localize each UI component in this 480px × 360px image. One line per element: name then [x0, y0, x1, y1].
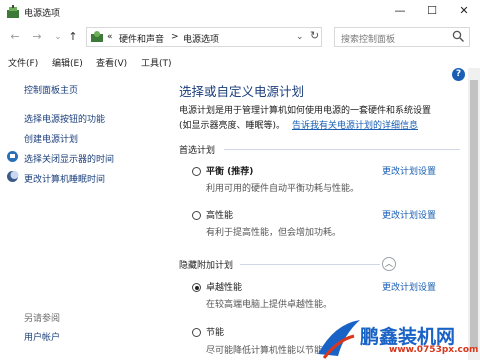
plan-high-performance-change-link[interactable]: 更改计划设置 — [382, 208, 436, 221]
sidebar-link-display-off[interactable]: 选择关闭显示器的时间 — [24, 152, 114, 165]
menu-edit[interactable]: 编辑(E) — [52, 56, 83, 69]
maximize-button[interactable]: ☐ — [416, 0, 448, 24]
menu-tools[interactable]: 工具(T) — [141, 56, 172, 69]
plan-ultimate-name[interactable]: 卓越性能 — [206, 280, 242, 293]
plan-balanced-change-link[interactable]: 更改计划设置 — [382, 164, 436, 177]
address-dropdown[interactable]: ⌄ — [296, 32, 304, 42]
window-title: 电源选项 — [24, 9, 61, 19]
sidebar-link-sleep-time[interactable]: 更改计算机睡眠时间 — [24, 172, 105, 185]
sleep-moon-icon — [7, 171, 19, 182]
search-icon[interactable] — [452, 30, 465, 43]
plan-balanced-name[interactable]: 平衡 (推荐) — [206, 164, 253, 177]
preferred-plans-title: 首选计划 — [179, 146, 216, 156]
breadcrumb-hardware-sound[interactable]: 硬件和声音 — [119, 32, 164, 45]
plan-balanced-radio[interactable] — [192, 167, 201, 176]
display-shield-icon — [7, 151, 18, 162]
collapse-hidden-plans-button[interactable]: ︿ — [382, 257, 396, 271]
plan-ultimate-change-link[interactable]: 更改计划设置 — [382, 280, 436, 293]
sidebar-link-create-plan[interactable]: 创建电源计划 — [24, 132, 78, 145]
section-divider — [224, 149, 460, 150]
menu-file[interactable]: 文件(F) — [8, 56, 38, 69]
recent-locations-dropdown[interactable]: ⌄ — [51, 30, 65, 44]
back-button[interactable]: ← — [8, 30, 22, 44]
minimize-button[interactable]: — — [384, 0, 416, 24]
menu-view[interactable]: 查看(V) — [96, 56, 127, 69]
watermark-logo-icon — [318, 320, 360, 359]
see-also-title: 另请参阅 — [24, 314, 61, 324]
plan-high-performance-name[interactable]: 高性能 — [206, 208, 233, 221]
see-also-user-accounts-link[interactable]: 用户帐户 — [24, 330, 60, 343]
hidden-plans-title: 隐藏附加计划 — [179, 261, 234, 271]
plan-power-saver-name[interactable]: 节能 — [206, 325, 224, 338]
address-chevrons[interactable]: « — [107, 32, 113, 42]
close-button[interactable]: ✕ — [448, 0, 480, 24]
plan-ultimate-desc: 在较高端电脑上提供卓越性能。 — [206, 300, 333, 310]
search-placeholder: 搜索控制面板 — [341, 35, 396, 45]
learn-more-link[interactable]: 告诉我有关电源计划的详细信息 — [292, 118, 418, 131]
control-panel-home-link[interactable]: 控制面板主页 — [24, 83, 78, 96]
forward-button[interactable]: → — [30, 30, 44, 44]
help-icon[interactable]: ? — [452, 68, 465, 81]
breadcrumb-separator: > — [171, 32, 179, 42]
section-divider — [240, 264, 380, 265]
page-title: 选择或自定义电源计划 — [179, 84, 305, 99]
watermark-url: www.0753px.com — [389, 345, 479, 355]
breadcrumb-power-options[interactable]: 电源选项 — [183, 32, 219, 45]
control-panel-icon — [91, 31, 103, 42]
plan-balanced-desc: 利用可用的硬件自动平衡功耗与性能。 — [206, 184, 360, 194]
plan-power-saver-radio[interactable] — [192, 328, 201, 337]
plan-description-line2: (如显示器亮度、睡眠等)。 — [179, 121, 286, 131]
plan-description-line1: 电源计划是用于管理计算机如何使用电源的一套硬件和系统设置 — [179, 106, 432, 116]
scrollbar-thumb[interactable] — [470, 80, 478, 348]
refresh-button[interactable]: ↻ — [310, 29, 319, 42]
plan-high-performance-radio[interactable] — [192, 211, 201, 220]
power-options-icon — [7, 5, 19, 18]
plan-high-performance-desc: 有利于提高性能，但会增加功耗。 — [206, 228, 342, 238]
up-button[interactable]: ↑ — [66, 30, 80, 44]
plan-ultimate-radio[interactable] — [192, 283, 201, 292]
plan-power-saver-desc: 尽可能降低计算机性能以节能 — [206, 346, 324, 356]
sidebar-link-power-button[interactable]: 选择电源按钮的功能 — [24, 112, 105, 125]
